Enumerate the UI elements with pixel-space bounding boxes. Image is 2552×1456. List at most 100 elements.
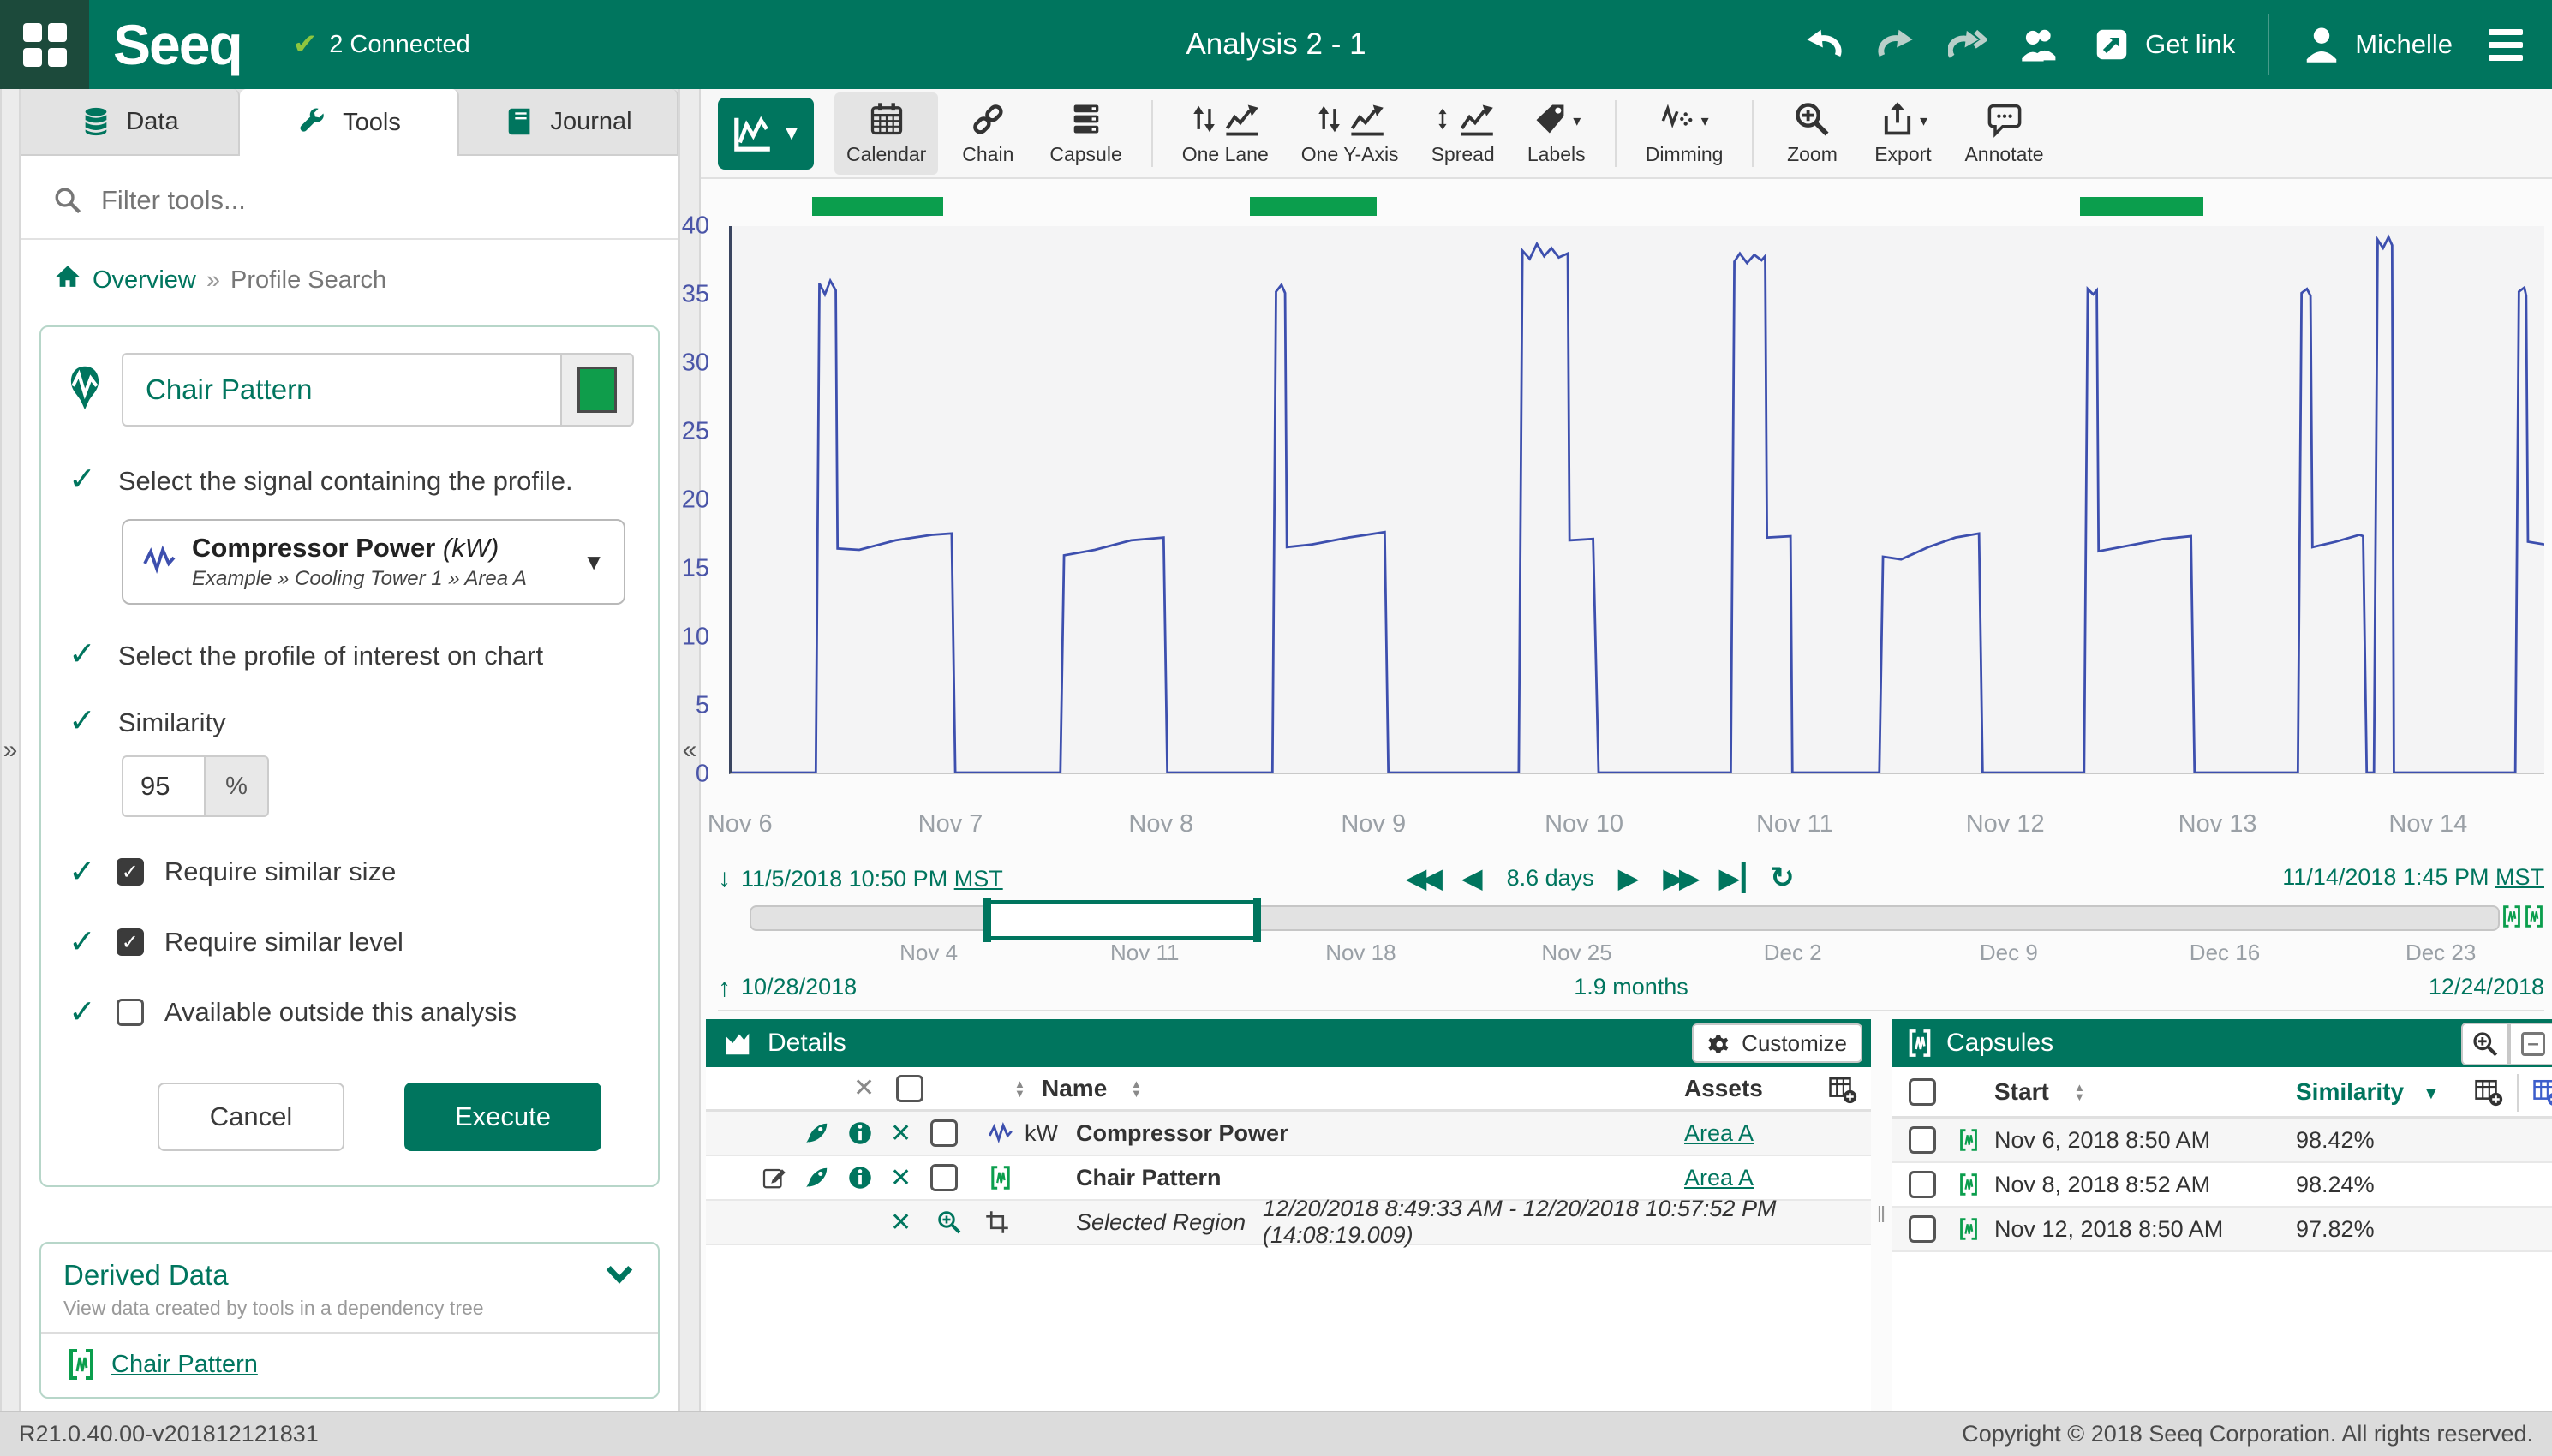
annotate-button[interactable]: Annotate <box>1952 92 2055 175</box>
selector-left-handle[interactable] <box>983 898 991 942</box>
start-column-header[interactable]: Start <box>1994 1078 2049 1106</box>
breadcrumb-overview-link[interactable]: Overview <box>93 266 196 295</box>
remove-icon[interactable]: ✕ <box>890 1163 911 1193</box>
undo-icon[interactable] <box>1804 25 1844 64</box>
sort-start-icon[interactable]: ▲▼ <box>2074 1083 2085 1101</box>
capsule-indicator-bar[interactable] <box>2080 197 2203 216</box>
remove-icon[interactable]: ✕ <box>890 1119 911 1149</box>
asset-link[interactable]: Area A <box>1684 1165 1754 1191</box>
similarity-column-header[interactable]: Similarity <box>2296 1078 2404 1106</box>
chain-button[interactable]: Chain <box>947 92 1029 175</box>
zoom-to-region-icon[interactable] <box>930 1209 968 1235</box>
row-checkbox[interactable] <box>1909 1171 1936 1198</box>
range-end-datetime[interactable]: 11/14/2018 1:45 PM <box>2282 864 2489 890</box>
available-outside-checkbox[interactable] <box>117 999 144 1026</box>
capsule-row[interactable]: Nov 12, 2018 8:50 AM 97.82% <box>1892 1208 2552 1252</box>
remove-all-icon[interactable]: ✕ <box>853 1073 875 1103</box>
range-duration[interactable]: 8.6 days <box>1507 865 1594 892</box>
tool-name-input[interactable] <box>122 353 560 427</box>
capsule-indicator-bar[interactable] <box>812 197 943 216</box>
range-start-timezone[interactable]: MST <box>954 866 1003 892</box>
similarity-input[interactable] <box>122 755 206 817</box>
edit-icon[interactable] <box>756 1165 793 1190</box>
tab-data[interactable]: Data <box>21 89 240 156</box>
crop-icon[interactable] <box>978 1209 1016 1235</box>
row-checkbox[interactable] <box>1909 1126 1936 1154</box>
panel-resize-grip[interactable]: ‖ <box>1871 1019 1892 1411</box>
investigate-end-date[interactable]: 12/24/2018 <box>2429 974 2544 1000</box>
color-picker-button[interactable] <box>560 353 634 427</box>
worksheet-title[interactable]: Analysis 2 - 1 <box>1186 27 1366 62</box>
redo-icon[interactable] <box>1876 25 1915 64</box>
rocket-icon[interactable] <box>798 1120 836 1146</box>
capsule-indicator-bar[interactable] <box>1250 197 1377 216</box>
execute-button[interactable]: Execute <box>404 1083 601 1151</box>
info-icon[interactable] <box>841 1120 879 1146</box>
investigate-start-control[interactable]: ↑ 10/28/2018 <box>718 974 857 1003</box>
details-row-compressor-power[interactable]: ✕ kW Compressor Power Area A <box>706 1112 1871 1156</box>
one-lane-button[interactable]: One Lane <box>1170 92 1281 175</box>
zoom-to-capsule-button[interactable] <box>2461 1023 2509 1065</box>
page-to-now-button[interactable]: ▶ <box>1719 862 1747 893</box>
rocket-icon[interactable] <box>798 1165 836 1190</box>
customize-button[interactable]: Customize <box>1692 1023 1862 1063</box>
spread-button[interactable]: Spread <box>1419 92 1507 175</box>
cancel-button[interactable]: Cancel <box>158 1083 344 1151</box>
connection-status[interactable]: ✔ 2 Connected <box>293 27 470 62</box>
require-similar-level-checkbox[interactable]: ✓ <box>117 928 144 956</box>
expand-left-panel-handle[interactable]: » <box>0 89 21 1411</box>
selector-right-handle[interactable] <box>1253 898 1261 942</box>
sort-name-icon[interactable]: ▲▼ <box>1131 1079 1142 1098</box>
user-menu[interactable]: Michelle <box>2302 25 2453 64</box>
range-start-datetime[interactable]: 11/5/2018 10:50 PM <box>741 866 947 892</box>
range-start-control[interactable]: ↓ 11/5/2018 10:50 PM MST <box>718 864 1003 893</box>
export-button[interactable]: ▾ Export <box>1862 92 1944 175</box>
investigate-duration[interactable]: 1.9 months <box>1574 974 1688 1000</box>
details-row-selected-region[interactable]: ✕ Selected Region 12/20/2018 8:49:33 AM … <box>706 1201 1871 1245</box>
app-grid-button[interactable] <box>0 0 89 89</box>
overview-slider-track[interactable] <box>750 905 2500 931</box>
collaborators-icon[interactable] <box>2020 25 2059 64</box>
capsule-row[interactable]: Nov 8, 2018 8:52 AM 98.24% <box>1892 1163 2552 1208</box>
one-y-axis-button[interactable]: One Y-Axis <box>1289 92 1411 175</box>
capsule-button[interactable]: Capsule <box>1037 92 1133 175</box>
select-all-checkbox[interactable] <box>896 1075 923 1102</box>
sort-type-icon[interactable]: ▲▼ <box>1014 1079 1025 1098</box>
row-checkbox[interactable] <box>930 1164 958 1191</box>
name-column-header[interactable]: Name <box>1042 1075 1107 1102</box>
details-row-chair-pattern[interactable]: ✕ Chair Pattern Area A <box>706 1156 1871 1201</box>
range-end-timezone[interactable]: MST <box>2495 864 2544 890</box>
filter-tools-input[interactable] <box>101 185 615 216</box>
add-stat-column-icon[interactable] <box>2532 1077 2552 1107</box>
dimming-button[interactable]: ▾ Dimming <box>1634 92 1736 175</box>
home-icon[interactable] <box>53 262 82 298</box>
seeq-logo[interactable]: Seeq <box>113 12 242 77</box>
chevron-down-icon[interactable] <box>605 1264 634 1289</box>
add-column-icon[interactable] <box>1828 1075 1857 1104</box>
tab-tools[interactable]: Tools <box>240 89 459 156</box>
range-end-control[interactable]: 11/14/2018 1:45 PM MST <box>2282 864 2544 891</box>
page-far-forward-button[interactable]: ▶▶ <box>1663 862 1694 893</box>
capsule-time-toggle[interactable] <box>2501 902 2544 931</box>
page-back-button[interactable]: ◀ <box>1461 862 1483 893</box>
row-checkbox[interactable] <box>930 1119 958 1147</box>
assets-column-header[interactable]: Assets <box>1684 1075 1763 1102</box>
tab-journal[interactable]: Journal <box>459 89 678 156</box>
collapse-capsules-button[interactable]: – <box>2509 1023 2552 1065</box>
asset-link[interactable]: Area A <box>1684 1120 1754 1147</box>
select-all-checkbox[interactable] <box>1909 1078 1936 1106</box>
page-far-back-button[interactable]: ◀◀ <box>1406 862 1437 893</box>
investigate-start-date[interactable]: 10/28/2018 <box>741 974 857 1003</box>
sort-desc-icon[interactable]: ▼ <box>2423 1084 2440 1104</box>
require-similar-size-checkbox[interactable]: ✓ <box>117 858 144 886</box>
add-column-icon[interactable] <box>2474 1077 2503 1107</box>
capsule-row[interactable]: Nov 6, 2018 8:50 AM 98.42% <box>1892 1119 2552 1163</box>
hamburger-menu-icon[interactable] <box>2485 26 2526 64</box>
trend-plot[interactable] <box>729 226 2544 774</box>
forward-history-icon[interactable] <box>1948 25 1987 64</box>
info-icon[interactable] <box>841 1165 879 1190</box>
signal-select-dropdown[interactable]: Compressor Power (kW) Example » Cooling … <box>122 519 625 605</box>
refresh-icon[interactable]: ↻ <box>1770 861 1795 895</box>
page-forward-button[interactable]: ▶ <box>1618 862 1640 893</box>
derived-chair-pattern-link[interactable]: Chair Pattern <box>111 1351 258 1379</box>
